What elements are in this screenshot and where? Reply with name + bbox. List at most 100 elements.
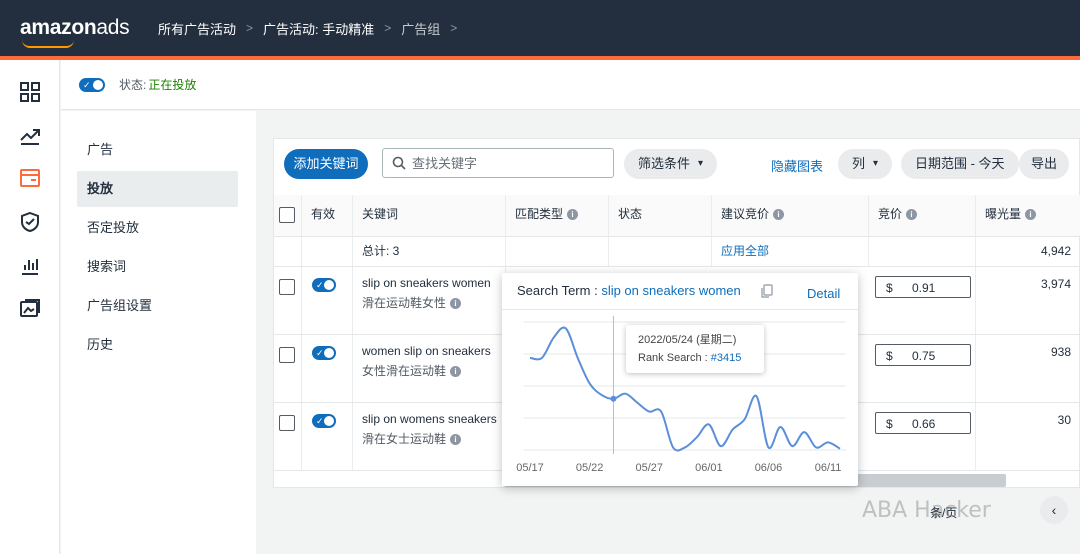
aba-hacker-watermark: ABA Hacker — [862, 498, 991, 523]
keyword-text[interactable]: women slip on sneakers — [362, 344, 491, 358]
search-term-link[interactable]: slip on sneakers women — [601, 283, 740, 298]
col-header-impressions[interactable]: 曝光量 i — [977, 195, 1080, 236]
impressions-value: 30 — [1057, 413, 1071, 427]
info-icon[interactable]: i — [906, 209, 918, 221]
x-tick-label: 06/01 — [695, 462, 723, 474]
image-icon[interactable] — [18, 297, 42, 321]
export-button[interactable]: 导出 — [1019, 149, 1070, 179]
detail-link[interactable]: Detail — [807, 286, 840, 301]
keyword-text[interactable]: slip on sneakers women — [362, 276, 491, 290]
ad-group-sub-navigation: 广告 投放 否定投放 搜索词 广告组设置 历史 — [61, 111, 256, 554]
col-header-match-type[interactable]: 匹配类型 i — [507, 195, 609, 236]
x-tick-label: 06/11 — [815, 462, 842, 474]
select-all-checkbox[interactable] — [279, 207, 295, 223]
chart-tooltip: 2022/05/24 (星期二) Rank Search : #3415 — [626, 325, 764, 373]
filter-button[interactable]: 筛选条件 ▾ — [624, 149, 718, 179]
previous-page-button[interactable]: ‹ — [1040, 496, 1068, 524]
breadcrumb-all-campaigns[interactable]: 所有广告活动 — [158, 19, 236, 38]
hide-chart-link[interactable]: 隐藏图表 — [771, 156, 823, 175]
keyword-translation: 女性滑在运动鞋 i — [362, 362, 462, 379]
keyword-search-box[interactable] — [382, 148, 614, 178]
check-icon: ✓ — [83, 79, 91, 90]
bid-input[interactable]: $0.66 — [875, 412, 971, 434]
page-size-label: 条/页 — [930, 506, 958, 520]
col-header-suggested-bid[interactable]: 建议竞价 i — [713, 195, 869, 236]
ad-group-status-toggle[interactable]: ✓ — [79, 77, 105, 92]
keyword-active-toggle[interactable]: ✓ — [312, 278, 336, 292]
search-term-rank-popup: Search Term : slip on sneakers women Det… — [502, 273, 858, 486]
x-tick-label: 05/27 — [635, 462, 663, 474]
chevron-down-icon: ▾ — [698, 158, 704, 169]
impressions-value: 3,974 — [1040, 277, 1071, 291]
popup-title: Search Term : slip on sneakers women — [517, 283, 741, 298]
row-checkbox[interactable] — [279, 347, 295, 363]
breadcrumb-campaign[interactable]: 广告活动: 手动精准 — [263, 19, 374, 38]
subnav-item-history[interactable]: 历史 — [77, 327, 238, 363]
info-icon[interactable]: i — [1025, 209, 1037, 221]
keyword-translation: 滑在女士运动鞋 i — [362, 430, 462, 447]
search-input[interactable] — [412, 155, 602, 171]
chevron-right-icon: > — [246, 21, 254, 35]
subnav-item-search-terms[interactable]: 搜索词 — [77, 249, 238, 285]
date-range-button[interactable]: 日期范围 - 今天 — [901, 149, 1019, 179]
x-tick-label: 06/06 — [755, 462, 783, 474]
subnav-item-negative-targeting[interactable]: 否定投放 — [77, 210, 238, 246]
breadcrumb-ad-group[interactable]: 广告组 — [401, 19, 440, 38]
logo-smile-mark — [22, 40, 74, 48]
trend-icon[interactable] — [18, 123, 42, 147]
keyword-translation: 滑在运动鞋女性 i — [362, 294, 462, 311]
shield-icon[interactable] — [18, 210, 42, 234]
table-header-row: 有效 关键词 匹配类型 i 状态 建议竞价 i 竞价 i 曝光量 i — [274, 195, 1080, 237]
chevron-left-icon: ‹ — [1051, 502, 1057, 518]
info-icon[interactable]: i — [450, 298, 462, 310]
highlighted-data-point[interactable] — [610, 395, 617, 402]
info-icon[interactable]: i — [773, 209, 785, 221]
info-icon[interactable]: i — [450, 434, 462, 446]
breadcrumb: 所有广告活动 > 广告活动: 手动精准 > 广告组 > — [158, 19, 467, 38]
status-value: 正在投放 — [148, 78, 197, 92]
amazon-ads-logo[interactable]: amazonads — [20, 16, 130, 48]
bar-chart-icon[interactable] — [18, 254, 42, 278]
col-header-active[interactable]: 有效 — [303, 195, 353, 236]
columns-button[interactable]: 列 ▾ — [838, 149, 893, 179]
bid-input[interactable]: $0.91 — [875, 276, 971, 298]
subnav-item-ads[interactable]: 广告 — [77, 132, 238, 168]
tooltip-rank: Rank Search : #3415 — [638, 352, 742, 364]
keyword-active-toggle[interactable]: ✓ — [312, 414, 336, 428]
info-icon[interactable]: i — [450, 366, 462, 378]
total-count: 总计: 3 — [362, 244, 400, 258]
table-toolbar: 添加关键词 筛选条件▾ 隐藏图表 列▾ 日期范围 - 今天 导出 — [274, 139, 1080, 189]
apply-all-link[interactable]: 应用全部 — [721, 244, 769, 258]
row-checkbox[interactable] — [279, 279, 295, 295]
info-icon[interactable]: i — [567, 209, 579, 221]
status-label: 状态: — [119, 78, 147, 92]
search-icon — [392, 156, 406, 170]
x-tick-label: 05/17 — [516, 462, 544, 474]
keyword-text[interactable]: slip on womens sneakers — [362, 412, 497, 426]
col-header-keyword[interactable]: 关键词 — [354, 195, 506, 236]
subnav-item-targeting[interactable]: 投放 — [77, 171, 238, 207]
x-tick-label: 05/22 — [576, 462, 604, 474]
add-keyword-button[interactable]: 添加关键词 — [284, 149, 368, 179]
check-icon: ✓ — [316, 348, 324, 358]
table-total-row: 总计: 3 应用全部 4,942 — [274, 237, 1080, 267]
chevron-right-icon: > — [450, 21, 458, 35]
check-icon: ✓ — [316, 280, 324, 290]
keyword-active-toggle[interactable]: ✓ — [312, 346, 336, 360]
impressions-value: 938 — [1050, 345, 1071, 359]
campaign-icon[interactable] — [18, 166, 42, 190]
chevron-down-icon: ▾ — [873, 158, 879, 169]
row-checkbox[interactable] — [279, 415, 295, 431]
left-icon-rail — [0, 60, 60, 554]
subnav-item-ad-group-settings[interactable]: 广告组设置 — [77, 288, 238, 324]
total-impressions: 4,942 — [1040, 244, 1071, 258]
check-icon: ✓ — [316, 416, 324, 426]
copy-icon[interactable] — [761, 284, 773, 298]
col-header-status[interactable]: 状态 — [610, 195, 712, 236]
dashboard-icon[interactable] — [18, 80, 42, 104]
col-header-bid[interactable]: 竞价 i — [870, 195, 976, 236]
bid-input[interactable]: $0.75 — [875, 344, 971, 366]
ad-group-status-bar: ✓ 状态: 正在投放 — [61, 60, 1080, 110]
top-navigation-bar: amazonads 所有广告活动 > 广告活动: 手动精准 > 广告组 > — [0, 0, 1080, 56]
chevron-right-icon: > — [384, 21, 392, 35]
